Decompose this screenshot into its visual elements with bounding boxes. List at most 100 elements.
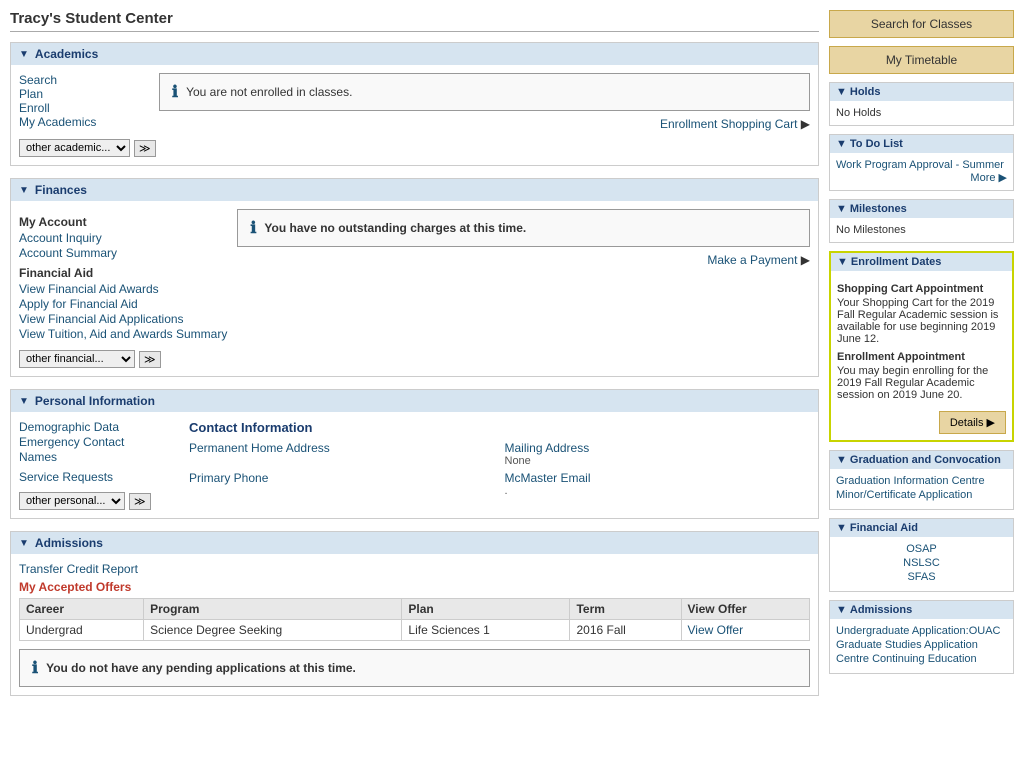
sidebar-financial-aid-section: ▼ Financial Aid OSAP NSLSC SFAS xyxy=(829,518,1014,592)
sidebar-financial-aid-header: ▼ Financial Aid xyxy=(830,519,1013,537)
cell-career: Undergrad xyxy=(20,620,144,641)
milestones-value: No Milestones xyxy=(836,224,906,236)
no-pending-box: ℹ You do not have any pending applicatio… xyxy=(19,649,810,687)
holds-header: ▼ Holds xyxy=(830,83,1013,101)
todo-triangle-icon: ▼ xyxy=(836,138,847,150)
sidebar-admissions-triangle-icon: ▼ xyxy=(836,604,847,616)
holds-section: ▼ Holds No Holds xyxy=(829,82,1014,126)
apply-financial-aid-link[interactable]: Apply for Financial Aid xyxy=(19,297,138,311)
sidebar-admissions-label: Admissions xyxy=(850,604,912,616)
personal-go-button[interactable]: ≫ xyxy=(129,493,151,510)
sfas-link[interactable]: SFAS xyxy=(836,571,1007,583)
account-inquiry-link[interactable]: Account Inquiry xyxy=(19,231,102,245)
service-requests-link[interactable]: Service Requests xyxy=(19,470,113,484)
enrollment-details-button[interactable]: Details ▶ xyxy=(939,411,1006,434)
contact-info-header: Contact Information xyxy=(189,420,810,435)
undergrad-application-link[interactable]: Undergraduate Application:OUAC xyxy=(836,625,1007,637)
accepted-offers-label: My Accepted Offers xyxy=(19,580,810,594)
academics-header: ▼ Academics xyxy=(11,43,818,65)
names-link[interactable]: Names xyxy=(19,450,57,464)
mcmaster-email-label: McMaster Email xyxy=(505,471,811,485)
account-summary-link[interactable]: Account Summary xyxy=(19,246,117,260)
search-for-classes-button[interactable]: Search for Classes xyxy=(829,10,1014,38)
academics-go-button[interactable]: ≫ xyxy=(134,140,156,157)
graduation-info-centre-link[interactable]: Graduation Information Centre xyxy=(836,475,1007,487)
finances-go-button[interactable]: ≫ xyxy=(139,351,161,368)
admissions-label: Admissions xyxy=(35,536,103,550)
personal-dropdown[interactable]: other personal... xyxy=(19,492,125,510)
finances-dropdown[interactable]: other financial... Account Inquiry Accou… xyxy=(19,350,135,368)
todo-item-link[interactable]: Work Program Approval - Summer xyxy=(836,159,1004,171)
milestones-triangle-icon: ▼ xyxy=(836,203,847,215)
minor-certificate-link[interactable]: Minor/Certificate Application xyxy=(836,489,1007,501)
todo-label: To Do List xyxy=(850,138,903,150)
enrollment-status-box: ℹ You are not enrolled in classes. xyxy=(159,73,810,111)
academics-dropdown-row: other academic... Search Plan Enroll ≫ xyxy=(19,139,810,157)
no-pending-text: You do not have any pending applications… xyxy=(46,661,356,675)
todo-section: ▼ To Do List Work Program Approval - Sum… xyxy=(829,134,1014,191)
mailing-label: Mailing Address xyxy=(505,441,811,455)
academics-dropdown[interactable]: other academic... Search Plan Enroll xyxy=(19,139,130,157)
transfer-credit-link[interactable]: Transfer Credit Report xyxy=(19,562,138,576)
page-title: Tracy's Student Center xyxy=(10,10,819,32)
admissions-section: ▼ Admissions Transfer Credit Report My A… xyxy=(10,531,819,696)
cell-program: Science Degree Seeking xyxy=(144,620,402,641)
academics-triangle-icon: ▼ xyxy=(19,49,29,60)
admissions-header: ▼ Admissions xyxy=(11,532,818,554)
enrollment-status-text: You are not enrolled in classes. xyxy=(186,85,352,99)
cell-view-offer: View Offer xyxy=(681,620,809,641)
emergency-contact-link[interactable]: Emergency Contact xyxy=(19,435,124,449)
nslsc-link[interactable]: NSLSC xyxy=(836,557,1007,569)
my-timetable-button[interactable]: My Timetable xyxy=(829,46,1014,74)
my-academics-link[interactable]: My Academics xyxy=(19,115,96,129)
admissions-triangle-icon: ▼ xyxy=(19,538,29,549)
table-row: Undergrad Science Degree Seeking Life Sc… xyxy=(20,620,810,641)
finances-header: ▼ Finances xyxy=(11,179,818,201)
demographic-data-link[interactable]: Demographic Data xyxy=(19,420,119,434)
finances-section: ▼ Finances My Account Account Inquiry Ac… xyxy=(10,178,819,377)
personal-label: Personal Information xyxy=(35,394,155,408)
graduate-studies-link[interactable]: Graduate Studies Application xyxy=(836,639,1007,651)
outstanding-charges-box: ℹ You have no outstanding charges at thi… xyxy=(237,209,810,247)
sidebar-financial-aid-body: OSAP NSLSC SFAS xyxy=(830,537,1013,591)
osap-link[interactable]: OSAP xyxy=(836,543,1007,555)
holds-triangle-icon: ▼ xyxy=(836,86,847,98)
mailing-address: Mailing Address None xyxy=(505,441,811,467)
my-account-label: My Account xyxy=(19,215,227,229)
todo-body: Work Program Approval - Summer More ▶ xyxy=(830,153,1013,190)
view-financial-aid-awards-link[interactable]: View Financial Aid Awards xyxy=(19,282,159,296)
view-financial-aid-apps-link[interactable]: View Financial Aid Applications xyxy=(19,312,184,326)
make-payment-link[interactable]: Make a Payment xyxy=(707,253,797,267)
todo-more-link[interactable]: More ▶ xyxy=(836,171,1007,184)
enrollment-dates-section: ▼ Enrollment Dates Shopping Cart Appoint… xyxy=(829,251,1014,442)
enrollment-dates-header: ▼ Enrollment Dates xyxy=(831,253,1012,271)
plan-link[interactable]: Plan xyxy=(19,87,43,101)
sidebar-admissions-section: ▼ Admissions Undergraduate Application:O… xyxy=(829,600,1014,674)
finances-right-panel: ℹ You have no outstanding charges at thi… xyxy=(237,209,810,342)
centre-continuing-link[interactable]: Centre Continuing Education xyxy=(836,653,1007,665)
finances-left-panel: My Account Account Inquiry Account Summa… xyxy=(19,209,227,342)
todo-header: ▼ To Do List xyxy=(830,135,1013,153)
sidebar-admissions-body: Undergraduate Application:OUAC Graduate … xyxy=(830,619,1013,673)
enrollment-dates-body: Shopping Cart Appointment Your Shopping … xyxy=(831,271,1012,440)
col-term: Term xyxy=(570,599,681,620)
mcmaster-email: McMaster Email . xyxy=(505,471,811,497)
mcmaster-email-value: . xyxy=(505,485,811,497)
view-tuition-link[interactable]: View Tuition, Aid and Awards Summary xyxy=(19,327,227,341)
enroll-link[interactable]: Enroll xyxy=(19,101,50,115)
shopping-cart-appt-title: Shopping Cart Appointment xyxy=(837,283,1006,295)
primary-phone: Primary Phone xyxy=(189,471,495,497)
col-program: Program xyxy=(144,599,402,620)
milestones-section: ▼ Milestones No Milestones xyxy=(829,199,1014,243)
academics-right-panel: ℹ You are not enrolled in classes. Enrol… xyxy=(159,73,810,131)
academics-section: ▼ Academics Search Plan Enroll My Academ… xyxy=(10,42,819,166)
personal-header: ▼ Personal Information xyxy=(11,390,818,412)
enrollment-shopping-cart-link[interactable]: Enrollment Shopping Cart xyxy=(660,117,797,131)
search-link[interactable]: Search xyxy=(19,73,57,87)
accepted-offers-table: Career Program Plan Term View Offer Unde… xyxy=(19,598,810,641)
finances-label: Finances xyxy=(35,183,87,197)
view-offer-link[interactable]: View Offer xyxy=(688,623,744,637)
milestones-body: No Milestones xyxy=(830,218,1013,242)
personal-right-panel: Contact Information Permanent Home Addre… xyxy=(189,420,810,510)
graduation-section: ▼ Graduation and Convocation Graduation … xyxy=(829,450,1014,510)
